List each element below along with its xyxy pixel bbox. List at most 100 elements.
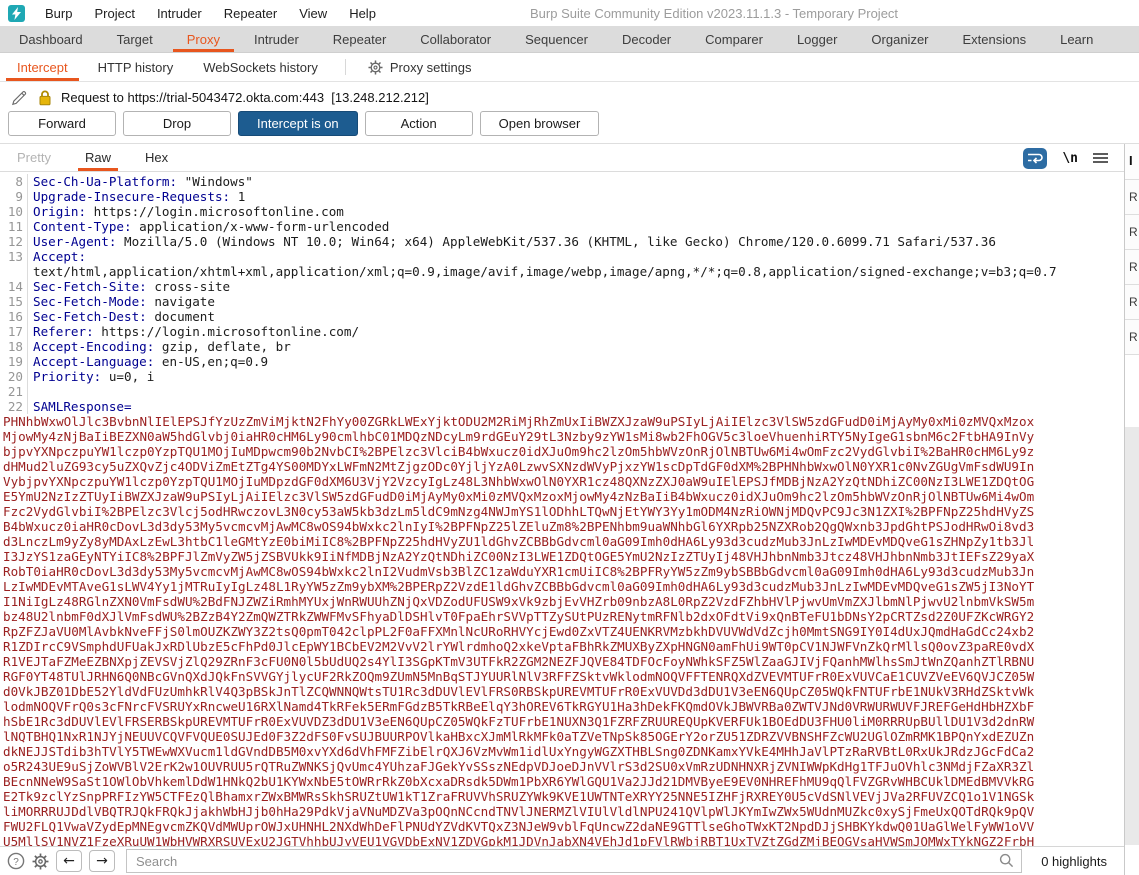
menu-intruder[interactable]: Intruder bbox=[146, 6, 213, 21]
line-number: 10 bbox=[0, 204, 27, 219]
tab-repeater[interactable]: Repeater bbox=[316, 26, 403, 52]
request-line: 14Sec-Fetch-Site: cross-site bbox=[0, 279, 1124, 294]
menu-view[interactable]: View bbox=[288, 6, 338, 21]
inspector-gap bbox=[1125, 355, 1139, 427]
request-line: I3JzYS1zaGEyNTYiIC8%2BPFJlZmVyZW5jZSBVUk… bbox=[0, 549, 1124, 564]
request-line: 13Accept: bbox=[0, 249, 1124, 264]
editor-tab-bar: PrettyRawHex \n bbox=[0, 144, 1124, 172]
intercept-toggle-button[interactable]: Intercept is on bbox=[238, 111, 358, 136]
gear-icon bbox=[368, 60, 383, 75]
request-line: dHMud2luZG93cy5uZXQvZjc4ODViZmEtZTg4YS00… bbox=[0, 459, 1124, 474]
tab-dashboard[interactable]: Dashboard bbox=[2, 26, 100, 52]
drop-button[interactable]: Drop bbox=[123, 111, 231, 136]
request-line: BEcnNNeW9SaSt1OWlObVhkemlDdW1HNkQ2bU1KYW… bbox=[0, 774, 1124, 789]
request-line: o5R243UE9uSjZoWVBlV2ErK2w1OUVRUU5rQTRuZW… bbox=[0, 759, 1124, 774]
tab-logger[interactable]: Logger bbox=[780, 26, 854, 52]
inspector-section-row[interactable]: R bbox=[1125, 250, 1139, 285]
inspector-section-row[interactable]: R bbox=[1125, 180, 1139, 215]
request-editor[interactable]: 8Sec-Ch-Ua-Platform: "Windows"9Upgrade-I… bbox=[0, 172, 1124, 846]
burp-logo-icon bbox=[8, 5, 25, 22]
word-wrap-icon[interactable] bbox=[1023, 148, 1047, 169]
tab-organizer[interactable]: Organizer bbox=[854, 26, 945, 52]
proxy-tab-bar: InterceptHTTP historyWebSockets history … bbox=[0, 53, 1139, 82]
request-line: B4bWxucz0iaHR0cDovL3d3dy53My5vcmcvMjAwMC… bbox=[0, 519, 1124, 534]
tab-proxy[interactable]: Proxy bbox=[170, 26, 237, 52]
editor-tab-hex[interactable]: Hex bbox=[128, 144, 185, 171]
subtab-intercept[interactable]: Intercept bbox=[2, 53, 83, 81]
open-browser-button[interactable]: Open browser bbox=[480, 111, 600, 136]
tab-comparer[interactable]: Comparer bbox=[688, 26, 780, 52]
search-icon bbox=[999, 853, 1014, 868]
line-number bbox=[0, 264, 27, 279]
tab-proxy-settings[interactable]: Proxy settings bbox=[358, 53, 482, 81]
request-line: lNQTBHQ1NxR1NJYjNEUUVCQVFVQUE0SUJEd0F3Z2… bbox=[0, 729, 1124, 744]
menu-hamburger-icon[interactable] bbox=[1093, 152, 1108, 164]
tab-collaborator[interactable]: Collaborator bbox=[403, 26, 508, 52]
request-line: LzIwMDEvMTAveG1sLWV4Yy1jMTRuIyIgLz48L1Ry… bbox=[0, 579, 1124, 594]
editor-tab-pretty[interactable]: Pretty bbox=[0, 144, 68, 171]
tab-intruder[interactable]: Intruder bbox=[237, 26, 316, 52]
tab-decoder[interactable]: Decoder bbox=[605, 26, 688, 52]
request-info-text: Request to https://trial-5043472.okta.co… bbox=[61, 90, 429, 105]
request-line: R1ZDIrcC9VSmphdUFUakJxRDlUbzE5cFhPd0JlcE… bbox=[0, 639, 1124, 654]
search-settings-gear-icon[interactable] bbox=[32, 853, 49, 870]
line-number: 16 bbox=[0, 309, 27, 324]
request-line: 21 bbox=[0, 384, 1124, 399]
menu-help[interactable]: Help bbox=[338, 6, 387, 21]
inspector-section-row[interactable]: R bbox=[1125, 285, 1139, 320]
line-number: 20 bbox=[0, 369, 27, 384]
line-number: 11 bbox=[0, 219, 27, 234]
tab-target[interactable]: Target bbox=[100, 26, 170, 52]
forward-button[interactable]: Forward bbox=[8, 111, 116, 136]
svg-text:?: ? bbox=[13, 857, 19, 868]
request-line: 10Origin: https://login.microsoftonline.… bbox=[0, 204, 1124, 219]
request-line: 11Content-Type: application/x-www-form-u… bbox=[0, 219, 1124, 234]
tab-learn[interactable]: Learn bbox=[1043, 26, 1110, 52]
inspector-panel-collapsed[interactable]: IRRRRR bbox=[1124, 144, 1139, 875]
request-line: I1NiIgLz48RGlnZXN0VmFsdWU%2BdFNJZWZiRmhM… bbox=[0, 594, 1124, 609]
help-icon[interactable]: ? bbox=[7, 852, 25, 870]
request-line: 22SAMLResponse= bbox=[0, 399, 1124, 414]
request-line: R1VEJTaFZMeEZBNXpjZEVSVjZlQ29ZRnF3cFU0N0… bbox=[0, 654, 1124, 669]
inspector-section-row[interactable]: R bbox=[1125, 320, 1139, 355]
line-number: 21 bbox=[0, 384, 27, 399]
line-number: 22 bbox=[0, 399, 27, 414]
menu-project[interactable]: Project bbox=[83, 6, 145, 21]
search-prev-button[interactable]: ← bbox=[56, 850, 82, 872]
request-line: RGF0YT48TUlJRHN6Q0NBcGVnQXdJQkFnSVVGYjly… bbox=[0, 669, 1124, 684]
pencil-icon[interactable] bbox=[10, 88, 29, 107]
inspector-empty-area bbox=[1125, 427, 1139, 845]
proxy-settings-label: Proxy settings bbox=[390, 60, 472, 75]
line-number: 14 bbox=[0, 279, 27, 294]
menu-repeater[interactable]: Repeater bbox=[213, 6, 288, 21]
newline-toggle-icon[interactable]: \n bbox=[1062, 151, 1078, 166]
request-line: 19Accept-Language: en-US,en;q=0.9 bbox=[0, 354, 1124, 369]
tab-extensions[interactable]: Extensions bbox=[946, 26, 1044, 52]
subtab-http-history[interactable]: HTTP history bbox=[83, 53, 189, 81]
line-number: 15 bbox=[0, 294, 27, 309]
main-tab-bar: DashboardTargetProxyIntruderRepeaterColl… bbox=[0, 26, 1139, 53]
request-line: MjowMy4zNjBaIiBEZXN0aW5hdGlvbj0iaHR0cHM6… bbox=[0, 429, 1124, 444]
request-line: 17Referer: https://login.microsoftonline… bbox=[0, 324, 1124, 339]
tab-sequencer[interactable]: Sequencer bbox=[508, 26, 605, 52]
search-next-button[interactable]: → bbox=[89, 850, 115, 872]
subtab-websockets-history[interactable]: WebSockets history bbox=[188, 53, 333, 81]
request-line: d0VkJBZ01DbE52YldVdFUzUmhkRlV4Q3pBSkJnTl… bbox=[0, 684, 1124, 699]
search-input[interactable] bbox=[126, 849, 1022, 873]
highlights-count: 0 highlights bbox=[1041, 854, 1107, 869]
request-line: dkNEJJSTdib3hTVlY5TWEwWXVucm1ldGVndDB5M0… bbox=[0, 744, 1124, 759]
action-button[interactable]: Action bbox=[365, 111, 473, 136]
subtab-divider bbox=[345, 59, 346, 75]
request-line: 12User-Agent: Mozilla/5.0 (Windows NT 10… bbox=[0, 234, 1124, 249]
menu-burp[interactable]: Burp bbox=[34, 6, 83, 21]
line-number: 12 bbox=[0, 234, 27, 249]
request-line: liMORRRUJDdlVBQTRJQkFRQkJjakhWbHJjb0hHa2… bbox=[0, 804, 1124, 819]
inspector-section-row[interactable]: R bbox=[1125, 215, 1139, 250]
request-line: U5MllSV1NVZ1FzeXRuUW1WbHVWRXRSUVExU2JGTV… bbox=[0, 834, 1124, 846]
menu-bar: BurpProjectIntruderRepeaterViewHelp Burp… bbox=[0, 0, 1139, 26]
proxy-tabs: InterceptHTTP historyWebSockets history bbox=[2, 53, 333, 81]
request-line: 8Sec-Ch-Ua-Platform: "Windows" bbox=[0, 174, 1124, 189]
request-line: hSbE1Rc3dDUVlEVlFRSERBSkpUREVMTUFrR0ExVU… bbox=[0, 714, 1124, 729]
intercept-toolbar: Forward Drop Intercept is on Action Open… bbox=[0, 112, 1139, 140]
editor-tab-raw[interactable]: Raw bbox=[68, 144, 128, 171]
